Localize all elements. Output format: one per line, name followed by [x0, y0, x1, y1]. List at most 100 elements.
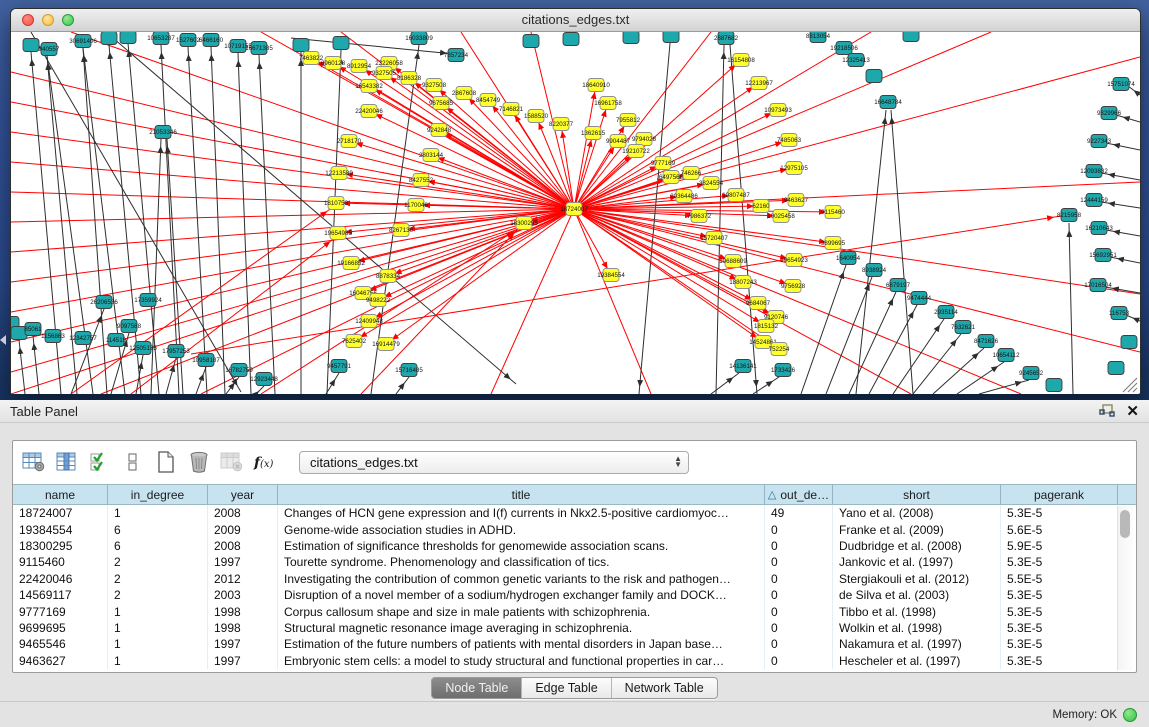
- network-node[interactable]: 15720407: [700, 232, 728, 245]
- network-node[interactable]: [23, 39, 39, 52]
- network-node[interactable]: 16648784: [874, 96, 902, 109]
- network-node[interactable]: 19654923: [780, 254, 808, 267]
- network-node[interactable]: 9474444: [907, 292, 932, 305]
- network-node[interactable]: 940557: [39, 43, 60, 56]
- network-node[interactable]: 12213967: [745, 77, 773, 90]
- network-node[interactable]: 10688609: [719, 255, 747, 268]
- network-node[interactable]: 3824554: [699, 177, 724, 190]
- function-builder-icon[interactable]: f (x): [252, 449, 278, 475]
- column-header-short[interactable]: short: [833, 485, 1001, 504]
- tab-network-table[interactable]: Network Table: [611, 678, 717, 698]
- tab-edge-table[interactable]: Edge Table: [521, 678, 610, 698]
- network-node[interactable]: 9245652: [1019, 367, 1044, 380]
- column-header-name[interactable]: name: [13, 485, 108, 504]
- network-node[interactable]: 2935114: [934, 306, 958, 319]
- network-node[interactable]: 7857234: [444, 49, 469, 62]
- network-node[interactable]: 6879197: [886, 279, 911, 292]
- network-node[interactable]: 10654112: [992, 349, 1020, 362]
- network-node[interactable]: 12093832: [1080, 165, 1108, 178]
- network-node[interactable]: 17957253: [162, 345, 190, 358]
- network-node[interactable]: 2803144: [419, 149, 444, 162]
- network-node[interactable]: 2887682: [714, 32, 739, 45]
- network-node[interactable]: 16782759: [225, 364, 253, 377]
- network-node[interactable]: 10807487: [722, 189, 750, 202]
- network-node[interactable]: 1170046: [404, 199, 428, 212]
- network-node[interactable]: 9457791: [327, 360, 352, 373]
- network-node[interactable]: [523, 35, 539, 48]
- network-node[interactable]: 7146821: [499, 103, 524, 116]
- network-node[interactable]: 62160: [752, 200, 770, 213]
- network-node[interactable]: [563, 33, 579, 46]
- network-node[interactable]: 10958187: [192, 354, 220, 367]
- table-row[interactable]: 911546021997Tourette syndrome. Phenomeno…: [13, 554, 1136, 570]
- network-node[interactable]: 7625402: [342, 335, 367, 348]
- network-node[interactable]: 12213589: [325, 167, 353, 180]
- network-node[interactable]: 8427552: [409, 174, 434, 187]
- table-row[interactable]: 2242004622012Investigating the contribut…: [13, 571, 1136, 587]
- new-table-icon[interactable]: [153, 449, 179, 475]
- column-header-in_degree[interactable]: in_degree: [108, 485, 208, 504]
- network-node[interactable]: 19218506: [830, 42, 858, 55]
- network-node[interactable]: [903, 32, 919, 42]
- network-node[interactable]: 19654985: [324, 227, 352, 240]
- table-row[interactable]: 1938455462009Genome-wide association stu…: [13, 521, 1136, 537]
- network-node[interactable]: 9904487: [606, 135, 631, 148]
- delete-trash-icon[interactable]: [186, 449, 212, 475]
- network-node[interactable]: 6466160: [199, 34, 224, 47]
- table-row[interactable]: 1456911722003Disruption of a novel membe…: [13, 587, 1136, 603]
- network-node[interactable]: 9227343: [1087, 135, 1112, 148]
- panel-collapse-arrow[interactable]: [0, 335, 6, 345]
- network-node[interactable]: 18640910: [582, 79, 610, 92]
- network-node[interactable]: 9899695: [821, 237, 846, 250]
- network-node[interactable]: 1640954: [836, 252, 861, 265]
- network-node[interactable]: 746266: [681, 167, 702, 180]
- network-node[interactable]: [101, 32, 117, 45]
- network-node[interactable]: 7632621: [951, 321, 976, 334]
- network-node[interactable]: 7485063: [777, 134, 802, 147]
- network-node[interactable]: 1156863: [41, 330, 65, 343]
- network-node[interactable]: 1527602: [176, 34, 201, 47]
- network-node[interactable]: 8220377: [549, 118, 574, 131]
- network-node[interactable]: 8471626: [974, 335, 999, 348]
- network-node[interactable]: 8938924: [862, 264, 887, 277]
- network-node[interactable]: 19210722: [622, 145, 650, 158]
- column-header-pagerank[interactable]: pagerank: [1001, 485, 1118, 504]
- network-node[interactable]: 7986372: [687, 210, 712, 223]
- network-node[interactable]: 9327508: [422, 79, 447, 92]
- table-row[interactable]: 1872400712008Changes of HCN gene express…: [13, 505, 1136, 521]
- network-node[interactable]: 14136141: [729, 360, 757, 373]
- network-node[interactable]: [623, 32, 639, 44]
- network-node[interactable]: 9684067: [746, 297, 771, 310]
- network-node[interactable]: 2718170: [337, 135, 362, 148]
- show-columns-icon[interactable]: [54, 449, 80, 475]
- select-columns-icon[interactable]: [87, 449, 113, 475]
- network-node[interactable]: [866, 70, 882, 83]
- network-node[interactable]: 8912954: [347, 60, 372, 73]
- network-node[interactable]: [333, 37, 349, 50]
- network-node[interactable]: 7955812: [616, 114, 641, 127]
- network-node[interactable]: [1108, 362, 1124, 375]
- network-node[interactable]: 12325413: [842, 54, 870, 67]
- table-row[interactable]: 969969511998Structural magnetic resonanc…: [13, 620, 1136, 636]
- network-node[interactable]: 1733426: [771, 364, 796, 377]
- network-node[interactable]: 12342757: [69, 332, 97, 345]
- column-header-title[interactable]: title: [278, 485, 765, 504]
- network-node[interactable]: 8454749: [476, 94, 501, 107]
- network-node[interactable]: 16961758: [594, 97, 622, 110]
- network-node[interactable]: 19166852: [337, 257, 365, 270]
- network-node[interactable]: 21053346: [149, 126, 177, 139]
- network-node[interactable]: 17359924: [134, 294, 162, 307]
- network-node[interactable]: 15716485: [395, 364, 423, 377]
- resize-grip-icon[interactable]: [1128, 383, 1137, 392]
- network-graph[interactable]: 9405573069140610653287152760264661601071…: [11, 32, 1140, 394]
- network-node[interactable]: 9756928: [781, 280, 806, 293]
- network-node[interactable]: [663, 32, 679, 43]
- table-scrollbar[interactable]: [1117, 506, 1133, 670]
- network-node[interactable]: 1588520: [524, 110, 549, 123]
- network-node[interactable]: 9329966: [1097, 107, 1122, 120]
- network-node[interactable]: [120, 32, 136, 44]
- network-node[interactable]: 1810753: [324, 197, 349, 210]
- network-node[interactable]: [1046, 379, 1062, 392]
- network-node[interactable]: 9463627: [784, 194, 809, 207]
- network-node[interactable]: 8960128: [321, 57, 346, 70]
